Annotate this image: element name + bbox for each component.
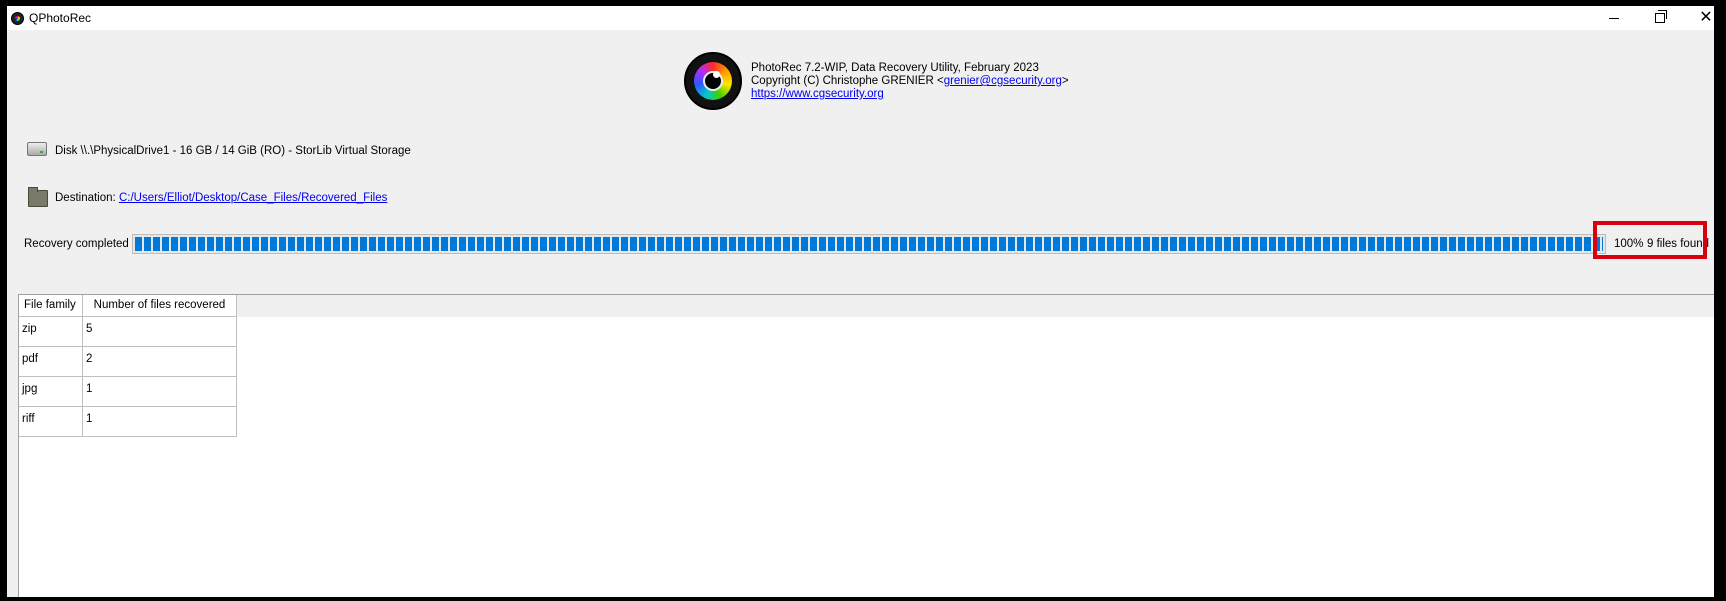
title-bar[interactable]: QPhotoRec ✕ [7, 6, 1714, 30]
column-header-file-family[interactable]: File family [19, 295, 83, 317]
disk-label: Disk \\.\PhysicalDrive1 - 16 GB / 14 GiB… [55, 145, 411, 157]
maximize-button[interactable] [1637, 6, 1683, 30]
cell-count: 1 [83, 407, 237, 437]
folder-icon[interactable] [28, 187, 48, 207]
email-link[interactable]: grenier@cgsecurity.org [944, 75, 1062, 87]
recovery-status: Recovery completed [24, 238, 129, 250]
column-header-files-recovered[interactable]: Number of files recovered [83, 295, 237, 317]
copyright-line: Copyright (C) Christophe GRENIER <grenie… [751, 75, 1069, 88]
cell-count: 2 [83, 347, 237, 377]
cell-family: riff [19, 407, 83, 437]
qphotorec-window: QPhotoRec ✕ PhotoRec 7.2-WIP, Data Recov… [7, 6, 1714, 597]
minimize-button[interactable] [1591, 6, 1637, 30]
table-row[interactable]: zip 5 [19, 317, 237, 347]
highlight-box [1593, 221, 1707, 259]
recovery-progress-bar [132, 234, 1606, 254]
destination-label: Destination: [55, 192, 116, 204]
copyright-suffix: > [1061, 75, 1069, 87]
copyright-prefix: Copyright (C) Christophe GRENIER < [751, 75, 944, 87]
app-icon [11, 12, 24, 25]
cell-count: 5 [83, 317, 237, 347]
disk-icon [27, 142, 47, 156]
logo-glint [713, 71, 720, 78]
version-line: PhotoRec 7.2-WIP, Data Recovery Utility,… [751, 62, 1039, 74]
cell-family: pdf [19, 347, 83, 377]
table-header-background [237, 295, 1714, 317]
progress-fill [135, 237, 1603, 251]
close-icon: ✕ [1699, 9, 1713, 26]
table-row[interactable]: jpg 1 [19, 377, 237, 407]
table-header: File family Number of files recovered [19, 295, 237, 317]
cell-family: zip [19, 317, 83, 347]
close-button[interactable]: ✕ [1683, 6, 1714, 30]
maximize-icon [1655, 10, 1667, 23]
destination-path-link[interactable]: C:/Users/Elliot/Desktop/Case_Files/Recov… [119, 192, 387, 204]
minimize-icon [1609, 17, 1619, 19]
about-header: PhotoRec 7.2-WIP, Data Recovery Utility,… [751, 62, 1069, 101]
file-family-table[interactable]: File family Number of files recovered zi… [18, 294, 1714, 597]
table-row[interactable]: pdf 2 [19, 347, 237, 377]
destination-row: Destination: C:/Users/Elliot/Desktop/Cas… [55, 192, 387, 204]
table-row[interactable]: riff 1 [19, 407, 237, 437]
cell-family: jpg [19, 377, 83, 407]
cell-count: 1 [83, 377, 237, 407]
website-link[interactable]: https://www.cgsecurity.org [751, 88, 884, 100]
window-title: QPhotoRec [29, 11, 92, 25]
photorec-logo [684, 52, 742, 110]
